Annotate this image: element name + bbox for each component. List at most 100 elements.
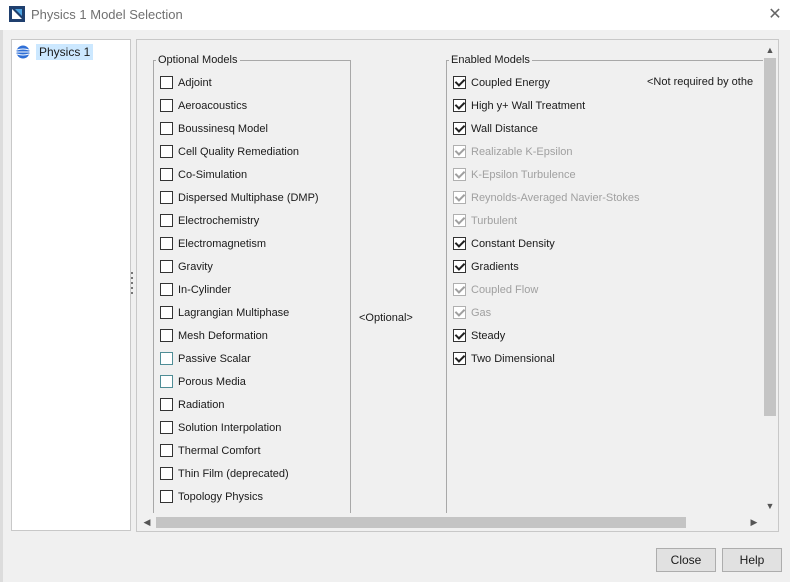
model-checkbox[interactable] — [160, 99, 173, 112]
enabled-model-item[interactable]: Two Dimensional — [453, 350, 555, 367]
model-label: Wall Distance — [471, 122, 538, 135]
model-label: Mesh Deformation — [178, 329, 268, 342]
model-label: Gradients — [471, 260, 519, 273]
scroll-down-icon[interactable]: ▼ — [763, 499, 777, 513]
model-label: Steady — [471, 329, 506, 342]
enabled-model-item: Reynolds-Averaged Navier-Stokes — [453, 189, 640, 206]
model-label: Radiation — [178, 398, 225, 411]
horizontal-scroll-thumb[interactable] — [156, 517, 686, 528]
model-checkbox[interactable] — [160, 398, 173, 411]
model-checkbox[interactable] — [453, 122, 466, 135]
optional-model-item[interactable]: Thin Film (deprecated) — [160, 465, 289, 482]
model-checkbox — [453, 214, 466, 227]
optional-model-item[interactable]: Radiation — [160, 396, 224, 413]
scroll-left-icon[interactable]: ◀ — [140, 515, 154, 529]
model-label: Thin Film (deprecated) — [178, 467, 289, 480]
globe-icon — [16, 45, 30, 59]
optional-model-item[interactable]: Mesh Deformation — [160, 327, 268, 344]
help-button[interactable]: Help — [722, 548, 782, 572]
model-label: Coupled Energy — [471, 76, 550, 89]
model-checkbox[interactable] — [160, 191, 173, 204]
close-window-icon[interactable]: ✕ — [766, 6, 784, 24]
model-label: Gas — [471, 306, 492, 319]
model-label: Reynolds-Averaged Navier-Stokes — [471, 191, 640, 204]
optional-models-legend: Optional Models — [158, 54, 238, 66]
optional-model-item[interactable]: Topology Physics — [160, 488, 263, 505]
model-label: Gravity — [178, 260, 213, 273]
splitter-handle[interactable] — [131, 272, 134, 296]
optional-model-item[interactable]: Thermal Comfort — [160, 442, 261, 459]
model-label: Cell Quality Remediation — [178, 145, 300, 158]
enabled-model-item[interactable]: Steady — [453, 327, 505, 344]
model-checkbox[interactable] — [160, 375, 173, 388]
close-button[interactable]: Close — [656, 548, 716, 572]
model-checkbox[interactable] — [160, 352, 173, 365]
model-checkbox[interactable] — [160, 490, 173, 503]
enabled-model-item: Realizable K-Epsilon — [453, 143, 573, 160]
vertical-scrollbar[interactable]: ▲ ▼ — [763, 41, 777, 515]
model-checkbox — [453, 168, 466, 181]
optional-model-item[interactable]: Adjoint — [160, 74, 212, 91]
model-label: Passive Scalar — [178, 352, 251, 365]
title-bar: Physics 1 Model Selection ✕ — [0, 0, 790, 30]
model-checkbox — [453, 283, 466, 296]
model-label: Porous Media — [178, 375, 246, 388]
model-label: High y+ Wall Treatment — [471, 99, 586, 112]
enabled-model-item[interactable]: High y+ Wall Treatment — [453, 97, 585, 114]
model-checkbox[interactable] — [453, 260, 466, 273]
dependency-note: <Not required by othe — [647, 76, 754, 88]
background-window-edge — [0, 30, 3, 582]
model-label: Constant Density — [471, 237, 555, 250]
model-label: In-Cylinder — [178, 283, 232, 296]
model-label: Solution Interpolation — [178, 421, 282, 434]
model-checkbox[interactable] — [160, 421, 173, 434]
optional-model-item[interactable]: Lagrangian Multiphase — [160, 304, 289, 321]
optional-model-item[interactable]: Boussinesq Model — [160, 120, 268, 137]
model-label: K-Epsilon Turbulence — [471, 168, 576, 181]
model-checkbox[interactable] — [160, 214, 173, 227]
model-checkbox[interactable] — [160, 122, 173, 135]
model-checkbox[interactable] — [453, 352, 466, 365]
model-checkbox[interactable] — [160, 168, 173, 181]
model-label: Two Dimensional — [471, 352, 555, 365]
model-selection-panel: Optional Models <Optional> Enabled Model… — [136, 39, 779, 532]
model-label: Electrochemistry — [178, 214, 260, 227]
vertical-scroll-thumb[interactable] — [764, 58, 776, 416]
enabled-model-item[interactable]: Gradients — [453, 258, 519, 275]
enabled-model-item[interactable]: Constant Density — [453, 235, 555, 252]
model-checkbox[interactable] — [453, 237, 466, 250]
model-label: Adjoint — [178, 76, 212, 89]
enabled-model-item[interactable]: Wall Distance — [453, 120, 538, 137]
physics-tree: Physics 1 — [11, 39, 131, 531]
model-label: Dispersed Multiphase (DMP) — [178, 191, 319, 204]
optional-model-item[interactable]: Cell Quality Remediation — [160, 143, 299, 160]
model-checkbox[interactable] — [160, 306, 173, 319]
model-checkbox[interactable] — [453, 329, 466, 342]
scroll-right-icon[interactable]: ▶ — [747, 515, 761, 529]
model-checkbox[interactable] — [160, 283, 173, 296]
optional-model-item[interactable]: Electromagnetism — [160, 235, 266, 252]
optional-model-item[interactable]: Electrochemistry — [160, 212, 259, 229]
optional-model-item[interactable]: Passive Scalar — [160, 350, 251, 367]
optional-model-item[interactable]: Dispersed Multiphase (DMP) — [160, 189, 319, 206]
model-checkbox[interactable] — [453, 76, 466, 89]
optional-model-item[interactable]: Gravity — [160, 258, 213, 275]
enabled-model-item[interactable]: Coupled Energy — [453, 74, 550, 91]
optional-model-item[interactable]: Co-Simulation — [160, 166, 247, 183]
model-checkbox[interactable] — [160, 260, 173, 273]
optional-model-item[interactable]: In-Cylinder — [160, 281, 231, 298]
model-checkbox[interactable] — [160, 444, 173, 457]
model-checkbox[interactable] — [160, 237, 173, 250]
horizontal-scrollbar[interactable]: ◀ ▶ — [138, 515, 763, 529]
model-checkbox[interactable] — [160, 329, 173, 342]
model-checkbox[interactable] — [160, 145, 173, 158]
model-checkbox[interactable] — [453, 99, 466, 112]
optional-model-item[interactable]: Porous Media — [160, 373, 246, 390]
scroll-up-icon[interactable]: ▲ — [763, 43, 777, 57]
optional-model-item[interactable]: Solution Interpolation — [160, 419, 281, 436]
model-label: Co-Simulation — [178, 168, 248, 181]
model-checkbox[interactable] — [160, 467, 173, 480]
tree-item-physics-1[interactable]: Physics 1 — [16, 43, 94, 61]
optional-model-item[interactable]: Aeroacoustics — [160, 97, 247, 114]
model-checkbox[interactable] — [160, 76, 173, 89]
